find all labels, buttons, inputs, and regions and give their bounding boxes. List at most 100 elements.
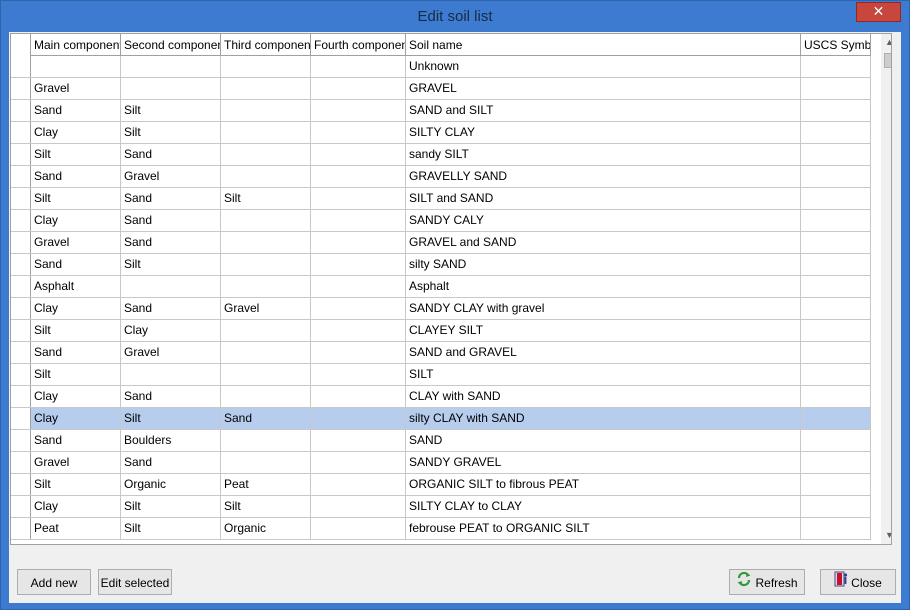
cell-soil-name[interactable]: silty SAND — [406, 254, 801, 275]
cell-fourth-component[interactable] — [311, 342, 406, 363]
cell-third-component[interactable] — [221, 210, 311, 231]
cell-third-component[interactable]: Gravel — [221, 298, 311, 319]
cell-fourth-component[interactable] — [311, 254, 406, 275]
row-indicator[interactable] — [11, 276, 31, 297]
cell-third-component[interactable] — [221, 144, 311, 165]
cell-fourth-component[interactable] — [311, 100, 406, 121]
cell-third-component[interactable] — [221, 232, 311, 253]
cell-soil-name[interactable]: SILTY CLAY — [406, 122, 801, 143]
cell-uscs-symbol[interactable] — [801, 276, 871, 297]
cell-second-component[interactable] — [121, 56, 221, 77]
table-row[interactable]: Sand Silt silty SAND — [11, 254, 871, 276]
cell-soil-name[interactable]: ORGANIC SILT to fibrous PEAT — [406, 474, 801, 495]
cell-fourth-component[interactable] — [311, 320, 406, 341]
cell-fourth-component[interactable] — [311, 518, 406, 539]
row-indicator[interactable] — [11, 232, 31, 253]
column-header-uscs-symbol[interactable]: USCS Symbol — [801, 34, 871, 56]
cell-third-component[interactable] — [221, 122, 311, 143]
cell-uscs-symbol[interactable] — [801, 144, 871, 165]
cell-third-component[interactable] — [221, 56, 311, 77]
cell-uscs-symbol[interactable] — [801, 518, 871, 539]
cell-second-component[interactable]: Sand — [121, 188, 221, 209]
column-header-third-component[interactable]: Third component — [221, 34, 311, 56]
cell-uscs-symbol[interactable] — [801, 496, 871, 517]
cell-fourth-component[interactable] — [311, 386, 406, 407]
scroll-down-arrow-icon[interactable]: ▼ — [881, 527, 891, 544]
row-indicator[interactable] — [11, 78, 31, 99]
row-indicator[interactable] — [11, 188, 31, 209]
cell-uscs-symbol[interactable] — [801, 342, 871, 363]
row-indicator[interactable] — [11, 474, 31, 495]
cell-main-component[interactable]: Sand — [31, 254, 121, 275]
cell-uscs-symbol[interactable] — [801, 100, 871, 121]
cell-second-component[interactable]: Silt — [121, 122, 221, 143]
cell-uscs-symbol[interactable] — [801, 364, 871, 385]
table-row[interactable]: Clay Sand CLAY with SAND — [11, 386, 871, 408]
cell-soil-name[interactable]: SAND and GRAVEL — [406, 342, 801, 363]
cell-third-component[interactable] — [221, 320, 311, 341]
cell-third-component[interactable] — [221, 430, 311, 451]
cell-main-component[interactable]: Sand — [31, 430, 121, 451]
cell-soil-name[interactable]: SILTY CLAY to CLAY — [406, 496, 801, 517]
cell-second-component[interactable]: Gravel — [121, 342, 221, 363]
cell-second-component[interactable]: Sand — [121, 144, 221, 165]
edit-selected-button[interactable]: Edit selected — [98, 569, 172, 595]
cell-second-component[interactable]: Sand — [121, 386, 221, 407]
row-indicator[interactable] — [11, 166, 31, 187]
cell-second-component[interactable]: Boulders — [121, 430, 221, 451]
cell-fourth-component[interactable] — [311, 56, 406, 77]
cell-soil-name[interactable]: GRAVEL — [406, 78, 801, 99]
cell-second-component[interactable] — [121, 276, 221, 297]
cell-soil-name[interactable]: febrouse PEAT to ORGANIC SILT — [406, 518, 801, 539]
column-header-main-component[interactable]: Main component — [31, 34, 121, 56]
table-row[interactable]: Silt Clay CLAYEY SILT — [11, 320, 871, 342]
cell-uscs-symbol[interactable] — [801, 430, 871, 451]
cell-second-component[interactable]: Sand — [121, 232, 221, 253]
cell-uscs-symbol[interactable] — [801, 298, 871, 319]
cell-soil-name[interactable]: CLAYEY SILT — [406, 320, 801, 341]
row-indicator[interactable] — [11, 496, 31, 517]
column-header-fourth-component[interactable]: Fourth component — [311, 34, 406, 56]
table-row[interactable]: Unknown — [11, 56, 871, 78]
row-indicator[interactable] — [11, 100, 31, 121]
cell-third-component[interactable]: Silt — [221, 188, 311, 209]
vertical-scrollbar[interactable]: ▲ ▼ — [881, 34, 891, 544]
cell-second-component[interactable]: Silt — [121, 496, 221, 517]
cell-main-component[interactable]: Sand — [31, 100, 121, 121]
cell-third-component[interactable] — [221, 452, 311, 473]
row-indicator[interactable] — [11, 210, 31, 231]
cell-uscs-symbol[interactable] — [801, 408, 871, 429]
cell-main-component[interactable]: Silt — [31, 144, 121, 165]
cell-soil-name[interactable]: CLAY with SAND — [406, 386, 801, 407]
cell-uscs-symbol[interactable] — [801, 320, 871, 341]
row-indicator[interactable] — [11, 320, 31, 341]
cell-fourth-component[interactable] — [311, 122, 406, 143]
column-header-soil-name[interactable]: Soil name — [406, 34, 801, 56]
cell-soil-name[interactable]: silty CLAY with SAND — [406, 408, 801, 429]
table-row[interactable]: Gravel Sand GRAVEL and SAND — [11, 232, 871, 254]
cell-second-component[interactable]: Clay — [121, 320, 221, 341]
cell-main-component[interactable]: Clay — [31, 496, 121, 517]
table-row[interactable]: Silt Sand Silt SILT and SAND — [11, 188, 871, 210]
cell-soil-name[interactable]: SANDY CALY — [406, 210, 801, 231]
add-new-button[interactable]: Add new — [17, 569, 91, 595]
table-row[interactable]: Gravel Sand SANDY GRAVEL — [11, 452, 871, 474]
cell-second-component[interactable]: Gravel — [121, 166, 221, 187]
row-indicator[interactable] — [11, 518, 31, 539]
table-row[interactable]: Silt SILT — [11, 364, 871, 386]
cell-fourth-component[interactable] — [311, 276, 406, 297]
cell-uscs-symbol[interactable] — [801, 386, 871, 407]
cell-third-component[interactable]: Silt — [221, 496, 311, 517]
cell-fourth-component[interactable] — [311, 166, 406, 187]
cell-fourth-component[interactable] — [311, 408, 406, 429]
cell-main-component[interactable]: Clay — [31, 386, 121, 407]
cell-soil-name[interactable]: Unknown — [406, 56, 801, 77]
cell-soil-name[interactable]: SILT and SAND — [406, 188, 801, 209]
cell-second-component[interactable] — [121, 78, 221, 99]
cell-third-component[interactable] — [221, 386, 311, 407]
cell-third-component[interactable] — [221, 100, 311, 121]
table-row[interactable]: Silt Organic Peat ORGANIC SILT to fibrous P… — [11, 474, 871, 496]
table-row[interactable]: Clay Silt Silt SILTY CLAY to CLAY — [11, 496, 871, 518]
cell-fourth-component[interactable] — [311, 144, 406, 165]
cell-third-component[interactable]: Sand — [221, 408, 311, 429]
